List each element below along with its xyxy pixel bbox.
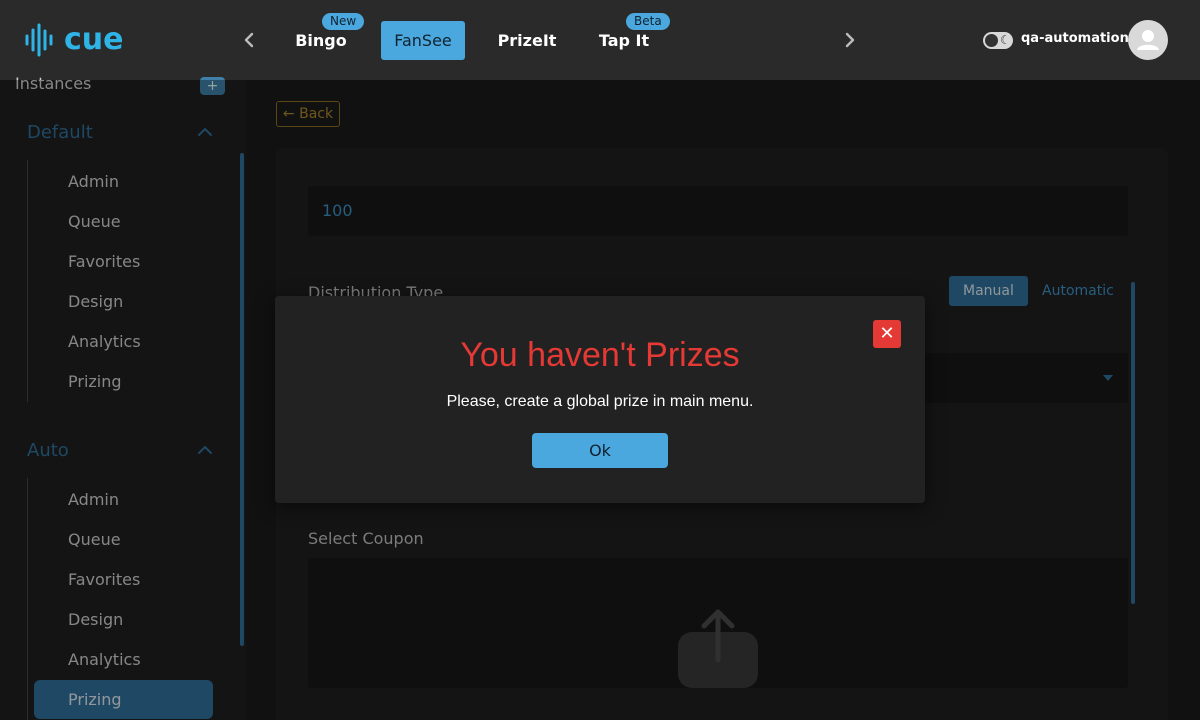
dialog-message: Please, create a global prize in main me… [446,393,754,410]
logo-text: cue [64,22,124,57]
nav-prev-arrow-icon[interactable] [237,28,261,52]
ok-button[interactable]: Ok [532,433,668,468]
tab-prizeit[interactable]: PrizeIt [492,21,562,60]
dialog-title: You haven't Prizes [460,336,740,374]
username: qa-automation2 [1021,31,1138,46]
beta-badge: Beta [626,13,670,30]
new-badge: New [322,13,365,30]
top-bar: cue Bingo New FanSee PrizeIt Tap It Beta… [0,0,1200,80]
tab-bingo[interactable]: Bingo New [285,13,365,60]
theme-toggle[interactable]: ☾ [983,32,1013,49]
tab-fansee-label: FanSee [394,31,452,50]
tab-tapit-label: Tap It [598,31,650,50]
tab-fansee[interactable]: FanSee [381,21,465,60]
nav-next-arrow-icon[interactable] [838,28,862,52]
tab-prizeit-label: PrizeIt [497,31,557,50]
avatar[interactable] [1128,20,1168,60]
toggle-knob [985,34,998,47]
logo[interactable]: cue [24,22,124,58]
soundwave-logo-icon [25,23,53,57]
tab-tapit[interactable]: Tap It Beta [592,13,670,60]
user-icon [1137,30,1159,50]
tab-bingo-label: Bingo [295,31,347,50]
moon-icon: ☾ [1000,33,1011,47]
no-prizes-dialog: ✕ You haven't Prizes Please, create a gl… [275,296,925,503]
